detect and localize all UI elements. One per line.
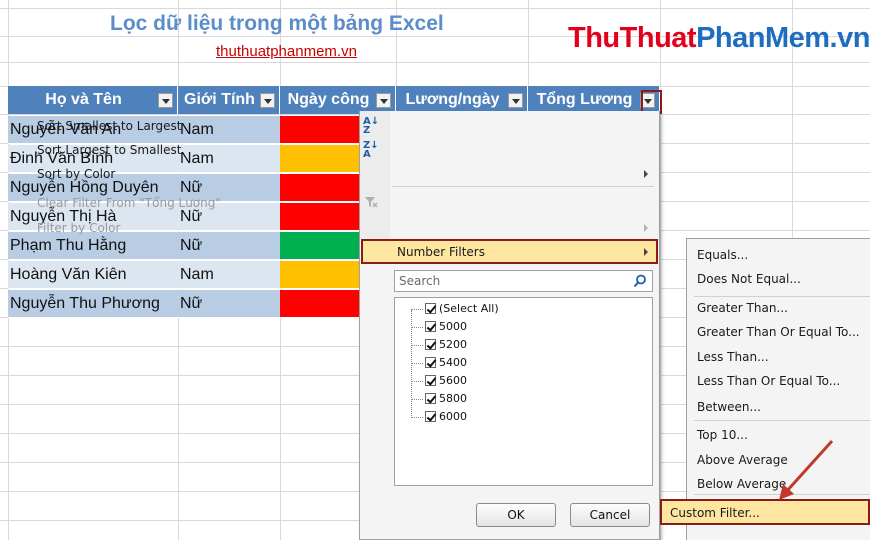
cell-ngay-cong-color[interactable] <box>280 174 360 202</box>
search-placeholder: Search <box>399 274 441 288</box>
menu-filter-by-color: Filter by Color <box>37 221 121 235</box>
cell-ngay-cong-color[interactable] <box>280 145 360 173</box>
cell-gender[interactable]: Nam <box>178 116 280 144</box>
cell-ngay-cong-color[interactable] <box>280 203 360 231</box>
cell-gender[interactable]: Nữ <box>178 290 280 318</box>
header-ho-va-ten[interactable]: Họ và Tên <box>8 86 178 114</box>
checkbox-checked-icon[interactable] <box>425 303 436 314</box>
cell-name[interactable]: Nguyễn Thu Phương <box>8 290 178 318</box>
submenu-arrow-icon <box>644 224 648 232</box>
tree-line <box>411 417 423 418</box>
submenu-item[interactable]: Greater Than... <box>697 301 788 315</box>
menu-clear-filter: Clear Filter From "Tổng Lương" <box>37 196 221 210</box>
sort-asc-icon: A↓ Z <box>363 116 380 136</box>
filter-dropdown-icon[interactable] <box>260 93 275 108</box>
submenu-item[interactable]: Above Average <box>697 453 788 467</box>
header-label: Lương/ngày <box>405 91 500 108</box>
filter-value-checkbox[interactable]: 5800 <box>425 392 467 405</box>
cell-ngay-cong-color[interactable] <box>280 116 360 144</box>
header-label: Họ và Tên <box>45 91 122 108</box>
checkbox-checked-icon[interactable] <box>425 375 436 386</box>
submenu-item[interactable]: Greater Than Or Equal To... <box>697 325 860 339</box>
sheet-subtitle-link[interactable]: thuthuatphanmem.vn <box>216 43 357 60</box>
cancel-button[interactable]: Cancel <box>570 503 650 527</box>
brand-logo: ThuThuatPhanMem.vn <box>568 22 870 55</box>
submenu-custom-filter[interactable]: Custom Filter... <box>660 499 870 525</box>
filter-value-label: 5000 <box>439 320 467 333</box>
tree-line <box>411 327 423 328</box>
header-label: Tổng Lương <box>536 91 633 108</box>
filter-value-label: 6000 <box>439 410 467 423</box>
checkbox-checked-icon[interactable] <box>425 393 436 404</box>
tree-line <box>411 381 423 382</box>
checkbox-checked-icon[interactable] <box>425 411 436 422</box>
filter-value-checkbox[interactable]: 6000 <box>425 410 467 423</box>
filter-dropdown-icon[interactable] <box>158 93 173 108</box>
tree-line <box>411 345 423 346</box>
filter-dropdown-icon[interactable] <box>376 93 391 108</box>
filter-values-list: (Select All) 5000 5200 5400 5600 5800 6000 <box>394 297 653 486</box>
submenu-arrow-icon <box>644 170 648 178</box>
cell-name[interactable]: Phạm Thu Hằng <box>8 232 178 260</box>
submenu-separator <box>694 494 870 495</box>
clear-filter-icon <box>365 197 378 208</box>
brand-part-1: ThuThuat <box>568 22 697 54</box>
filter-value-checkbox[interactable]: 5000 <box>425 320 467 333</box>
search-icon <box>633 274 646 288</box>
brand-part-2: PhanMem.vn <box>696 22 870 54</box>
filter-value-label: (Select All) <box>439 302 499 315</box>
submenu-item[interactable]: Less Than... <box>697 350 769 364</box>
header-label: Ngày công <box>287 91 370 108</box>
tree-line <box>411 363 423 364</box>
select-all-checkbox[interactable]: (Select All) <box>425 302 499 315</box>
tree-line <box>411 309 423 310</box>
ok-button[interactable]: OK <box>476 503 556 527</box>
submenu-item[interactable]: Less Than Or Equal To... <box>697 374 840 388</box>
menu-sort-desc[interactable]: Sort Largest to Smallest <box>37 143 181 157</box>
checkbox-checked-icon[interactable] <box>425 321 436 332</box>
header-gioi-tinh[interactable]: Giới Tính <box>178 86 280 114</box>
submenu-item[interactable]: Top 10... <box>697 428 748 442</box>
filter-value-label: 5800 <box>439 392 467 405</box>
submenu-item[interactable]: Between... <box>697 400 761 414</box>
checkbox-checked-icon[interactable] <box>425 339 436 350</box>
custom-filter-label: Custom Filter... <box>670 506 760 520</box>
filter-value-checkbox[interactable]: 5600 <box>425 374 467 387</box>
filter-search-input[interactable]: Search <box>394 270 653 292</box>
filter-value-checkbox[interactable]: 5200 <box>425 338 467 351</box>
checkbox-checked-icon[interactable] <box>425 357 436 368</box>
cell-ngay-cong-color[interactable] <box>280 261 360 289</box>
tree-line <box>411 399 423 400</box>
filter-dropdown-icon[interactable] <box>508 93 523 108</box>
menu-sort-asc[interactable]: Sort Smallest to Largest <box>37 119 181 133</box>
number-filters-label: Number Filters <box>397 245 485 259</box>
submenu-item[interactable]: Does Not Equal... <box>697 272 801 286</box>
cell-gender[interactable]: Nam <box>178 261 280 289</box>
submenu-arrow-icon <box>644 248 648 256</box>
submenu-item[interactable]: Below Average <box>697 477 786 491</box>
header-luong-ngay[interactable]: Lương/ngày <box>396 86 528 114</box>
sheet-title: Lọc dữ liệu trong một bảng Excel <box>110 12 444 35</box>
cell-name[interactable]: Hoàng Văn Kiên <box>8 261 178 289</box>
filter-value-label: 5200 <box>439 338 467 351</box>
menu-sort-by-color[interactable]: Sort by Color <box>37 167 115 181</box>
cell-gender[interactable]: Nam <box>178 145 280 173</box>
menu-separator <box>392 186 654 187</box>
filter-value-checkbox[interactable]: 5400 <box>425 356 467 369</box>
cell-gender[interactable]: Nữ <box>178 232 280 260</box>
submenu-separator <box>694 420 870 421</box>
menu-number-filters[interactable]: Number Filters <box>361 239 658 264</box>
header-ngay-cong[interactable]: Ngày công <box>280 86 396 114</box>
submenu-separator <box>694 296 870 297</box>
filter-value-label: 5600 <box>439 374 467 387</box>
sort-desc-icon: Z↓ A <box>363 140 379 160</box>
cell-ngay-cong-color[interactable] <box>280 232 360 260</box>
filter-value-label: 5400 <box>439 356 467 369</box>
submenu-item[interactable]: Equals... <box>697 248 748 262</box>
cell-ngay-cong-color[interactable] <box>280 290 360 318</box>
